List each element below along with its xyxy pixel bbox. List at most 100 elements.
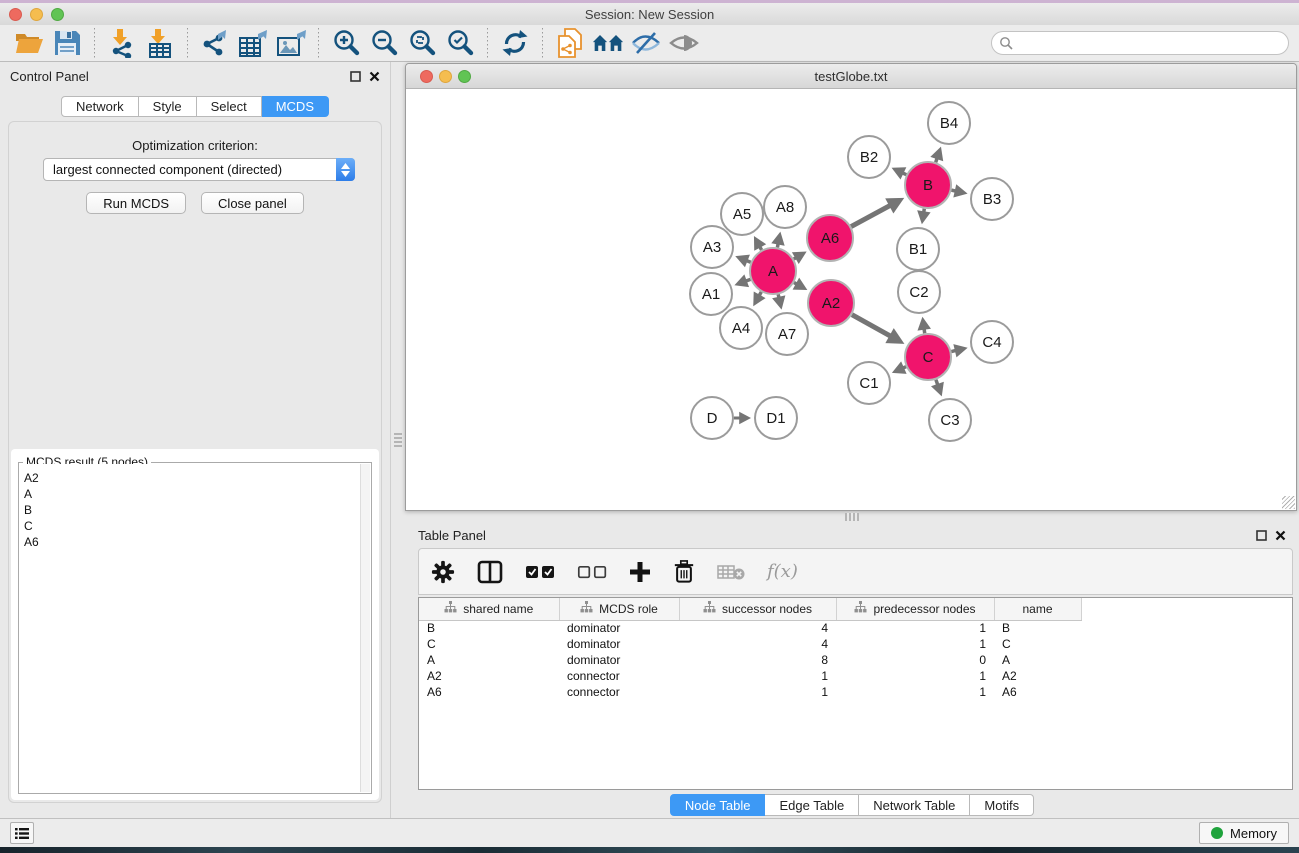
mcds-result-card: MCDS result (5 nodes) A2ABCA6 xyxy=(11,449,379,800)
graph-edge-arrow xyxy=(953,184,967,197)
add-column-icon[interactable] xyxy=(629,561,651,583)
result-list-item[interactable]: A xyxy=(24,486,356,502)
network-window-titlebar[interactable]: testGlobe.txt xyxy=(406,64,1296,89)
float-table-panel-icon[interactable] xyxy=(1255,529,1267,541)
import-table-icon[interactable] xyxy=(144,28,176,58)
close-table-panel-icon[interactable] xyxy=(1274,529,1286,541)
zoom-fit-icon[interactable] xyxy=(406,28,438,58)
export-image-icon[interactable] xyxy=(275,28,307,58)
tab-network-table[interactable]: Network Table xyxy=(859,794,970,816)
unselect-all-columns-icon[interactable] xyxy=(577,564,607,580)
graph-node-label: A4 xyxy=(732,320,750,337)
graph-node-label: B xyxy=(923,177,933,194)
column-header-mcds-role[interactable]: MCDS role xyxy=(559,598,679,620)
graph-node-label: C xyxy=(923,349,934,366)
save-session-icon[interactable] xyxy=(51,28,83,58)
graph-node-label: B2 xyxy=(860,149,878,166)
table-row[interactable]: Adominator80A xyxy=(419,652,1081,668)
control-panel-header: Control Panel xyxy=(0,62,390,90)
graph-node-label: D1 xyxy=(766,410,785,427)
delete-columns-icon[interactable] xyxy=(673,559,695,584)
graph-edge-A6-B[interactable] xyxy=(851,205,891,226)
graph-node-label: C3 xyxy=(940,412,959,429)
table-row[interactable]: A6connector11A6 xyxy=(419,684,1081,700)
mcds-result-list[interactable]: A2ABCA6 xyxy=(20,464,360,792)
zoom-selected-icon[interactable] xyxy=(444,28,476,58)
network-window-title: testGlobe.txt xyxy=(406,69,1296,84)
column-header-successor-nodes[interactable]: successor nodes xyxy=(679,598,836,620)
table-cell: 1 xyxy=(679,668,836,684)
table-cell: dominator xyxy=(559,652,679,668)
column-label: name xyxy=(1022,602,1052,616)
tab-style[interactable]: Style xyxy=(139,96,197,117)
graph-edge-arrow xyxy=(772,295,785,309)
mcds-tab-content: Optimization criterion: largest connecte… xyxy=(8,121,382,803)
table-row[interactable]: A2connector11A2 xyxy=(419,668,1081,684)
task-history-button[interactable] xyxy=(10,822,34,844)
graph-node-label: B4 xyxy=(940,115,958,132)
close-panel-icon[interactable] xyxy=(368,70,380,82)
app-titlebar: Session: New Session xyxy=(0,3,1299,25)
result-list-item[interactable]: C xyxy=(24,518,356,534)
show-columns-icon[interactable] xyxy=(477,560,503,584)
tab-network[interactable]: Network xyxy=(61,96,139,117)
memory-button[interactable]: Memory xyxy=(1199,822,1289,844)
graph-node-label: D xyxy=(707,410,718,427)
tab-node-table[interactable]: Node Table xyxy=(670,794,766,816)
toolbar-separator xyxy=(94,28,95,58)
result-list-item[interactable]: A2 xyxy=(24,470,356,486)
search-input[interactable] xyxy=(991,31,1289,55)
tab-mcds[interactable]: MCDS xyxy=(262,96,329,117)
import-network-icon[interactable] xyxy=(106,28,138,58)
graph-node-label: A3 xyxy=(703,239,721,256)
tab-motifs[interactable]: Motifs xyxy=(970,794,1034,816)
tab-select[interactable]: Select xyxy=(197,96,262,117)
show-details-icon[interactable] xyxy=(668,28,700,58)
export-network-icon[interactable] xyxy=(199,28,231,58)
control-panel-title: Control Panel xyxy=(10,69,89,84)
resize-grip-icon[interactable] xyxy=(1282,496,1295,509)
function-builder-icon[interactable]: f(x) xyxy=(767,561,798,582)
table-row[interactable]: Cdominator41C xyxy=(419,636,1081,652)
graph-node-label: B3 xyxy=(983,191,1001,208)
result-list-item[interactable]: B xyxy=(24,502,356,518)
memory-label: Memory xyxy=(1230,826,1277,841)
network-canvas[interactable]: AA1A2A3A4A5A6A7A8BB1B2B3B4CC1C2C3C4DD1 xyxy=(406,89,1296,510)
table-row[interactable]: Bdominator41B xyxy=(419,620,1081,636)
table-panel-tabs: Node TableEdge TableNetwork TableMotifs xyxy=(405,794,1299,816)
close-panel-button[interactable]: Close panel xyxy=(201,192,304,214)
table-settings-icon[interactable] xyxy=(431,560,455,584)
tab-edge-table[interactable]: Edge Table xyxy=(765,794,859,816)
vertical-split-handle[interactable] xyxy=(394,433,402,447)
home-layout-icon[interactable] xyxy=(592,28,624,58)
table-panel-header: Table Panel xyxy=(405,522,1299,548)
float-panel-icon[interactable] xyxy=(349,70,361,82)
network-graph[interactable]: AA1A2A3A4A5A6A7A8BB1B2B3B4CC1C2C3C4DD1 xyxy=(406,89,1296,510)
export-table-icon[interactable] xyxy=(237,28,269,58)
column-header-shared-name[interactable]: shared name xyxy=(419,598,559,620)
zoom-in-icon[interactable] xyxy=(330,28,362,58)
horizontal-split-handle[interactable] xyxy=(845,513,859,521)
column-header-name[interactable]: name xyxy=(994,598,1081,620)
result-list-scrollbar[interactable] xyxy=(360,464,370,792)
node-table[interactable]: shared nameMCDS rolesuccessor nodesprede… xyxy=(418,597,1293,790)
criterion-value: largest connected component (directed) xyxy=(44,162,336,177)
select-all-columns-icon[interactable] xyxy=(525,564,555,580)
table-cell: A6 xyxy=(419,684,559,700)
run-mcds-button[interactable]: Run MCDS xyxy=(86,192,186,214)
open-file-icon[interactable] xyxy=(13,28,45,58)
node-attribute-icon xyxy=(703,601,716,616)
delete-table-icon[interactable] xyxy=(717,563,745,581)
criterion-dropdown[interactable]: largest connected component (directed) xyxy=(43,158,355,181)
refresh-view-icon[interactable] xyxy=(499,28,531,58)
zoom-out-icon[interactable] xyxy=(368,28,400,58)
graph-edge-A2-C[interactable] xyxy=(852,315,891,337)
result-list-item[interactable]: A6 xyxy=(24,534,356,550)
column-header-predecessor-nodes[interactable]: predecessor nodes xyxy=(836,598,994,620)
table-cell: 4 xyxy=(679,620,836,636)
graph-node-label: A xyxy=(768,263,778,280)
toolbar-separator xyxy=(187,28,188,58)
table-cell: A xyxy=(994,652,1081,668)
duplicate-network-icon[interactable] xyxy=(554,28,586,58)
hide-details-icon[interactable] xyxy=(630,28,662,58)
